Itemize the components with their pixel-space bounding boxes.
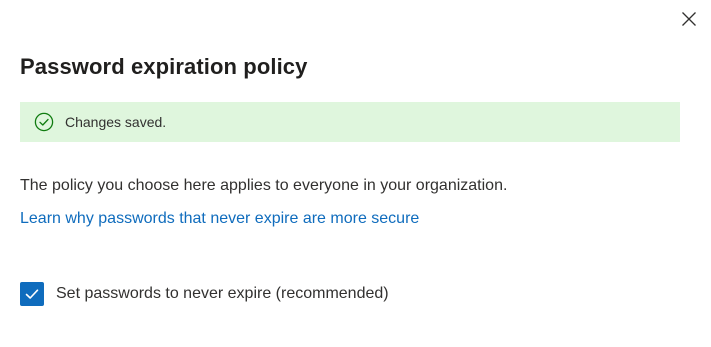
never-expire-option[interactable]: Set passwords to never expire (recommend… — [20, 282, 389, 306]
page-title: Password expiration policy — [20, 54, 308, 79]
close-icon — [682, 12, 696, 26]
checkbox-label: Set passwords to never expire (recommend… — [56, 285, 389, 302]
learn-more-link[interactable]: Learn why passwords that never expire ar… — [20, 210, 419, 228]
banner-message: Changes saved. — [65, 114, 167, 130]
password-policy-panel: Password expiration policy Changes saved… — [0, 0, 711, 347]
policy-description: The policy you choose here applies to ev… — [20, 177, 508, 194]
checkmark-icon — [25, 289, 39, 299]
checkmark-circle-icon — [34, 112, 54, 132]
close-button[interactable] — [676, 8, 702, 30]
never-expire-checkbox[interactable] — [20, 282, 44, 306]
success-banner: Changes saved. — [20, 102, 680, 142]
